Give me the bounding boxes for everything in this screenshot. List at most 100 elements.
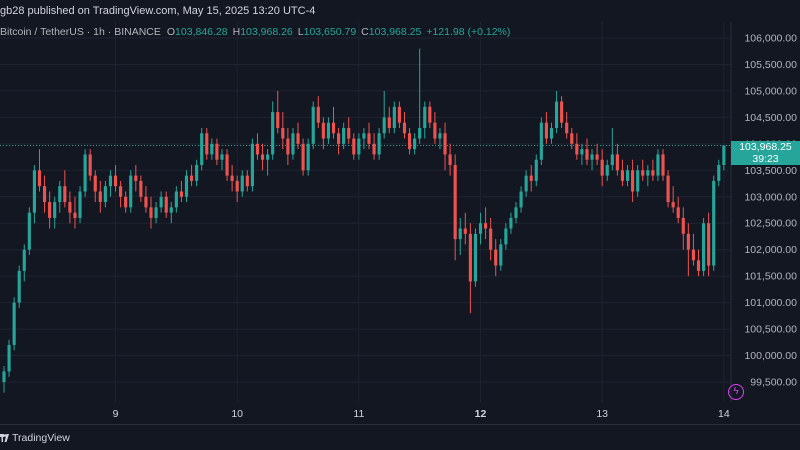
candle-body	[301, 143, 305, 171]
y-tick-label: 101,000.00	[744, 297, 797, 309]
candle-body	[215, 143, 219, 160]
candle-body	[433, 122, 437, 139]
candle-body	[108, 175, 113, 187]
candle-body	[352, 138, 356, 155]
candle-body	[37, 170, 42, 187]
candle-body	[42, 186, 47, 203]
y-tick-label: 104,500.00	[744, 112, 797, 124]
candle-body	[276, 112, 280, 128]
candle-body	[524, 175, 528, 192]
brand-label[interactable]: TradingView	[12, 432, 70, 444]
candle-body	[93, 175, 97, 192]
candle-body	[337, 133, 341, 144]
candle-body	[286, 138, 290, 155]
candle-body	[544, 122, 548, 139]
candle-body	[666, 175, 670, 203]
candle-body	[509, 217, 513, 229]
x-tick-label: 14	[718, 408, 730, 420]
candle-body	[620, 170, 625, 181]
candle-body	[144, 196, 148, 208]
candle-body	[58, 186, 62, 203]
high-label: H	[232, 26, 241, 38]
candle-body	[397, 106, 401, 123]
candle-body	[560, 101, 564, 123]
candle-body	[610, 154, 614, 166]
candle-body	[271, 112, 275, 155]
tradingview-logo-icon[interactable]	[0, 433, 9, 442]
candle-body	[494, 249, 498, 266]
y-tick-label: 102,000.00	[744, 244, 797, 256]
candle-body	[539, 122, 543, 160]
candle-body	[468, 233, 472, 282]
candle-body	[88, 154, 92, 176]
lightning-icon[interactable]: ϟ	[728, 384, 744, 400]
candle-body	[473, 233, 478, 282]
candle-body	[357, 138, 361, 155]
candle-body	[661, 154, 665, 176]
candle-body	[519, 191, 523, 208]
candle-body	[159, 196, 163, 208]
candle-body	[179, 191, 183, 197]
candle-body	[478, 223, 483, 234]
candle-body	[615, 154, 619, 171]
candle-body	[316, 106, 320, 123]
candle-body	[691, 249, 696, 261]
candle-body	[230, 175, 234, 181]
candle-body	[2, 371, 6, 382]
candle-body	[134, 175, 138, 181]
candle-body	[595, 154, 599, 160]
x-tick-label: 11	[353, 408, 364, 420]
published-header: gb28 published on TradingView.com, May 1…	[0, 0, 800, 22]
candle-body	[164, 196, 168, 213]
candle-body	[296, 133, 300, 144]
candle-body	[78, 191, 82, 218]
candle-body	[707, 223, 711, 266]
price-chart[interactable]: 99,500.00 100,000.00 100,500.00 101,000.00 1…	[0, 22, 800, 424]
candle-body	[575, 143, 579, 155]
candle-body	[514, 207, 518, 218]
candle-body	[362, 133, 366, 139]
candle-body	[139, 180, 143, 197]
candle-body	[154, 207, 158, 218]
candle-body	[342, 127, 346, 144]
candle-body	[402, 122, 407, 134]
candle-body	[205, 133, 209, 155]
candle-body	[48, 202, 52, 218]
candle-body	[458, 228, 462, 240]
candle-body	[453, 165, 457, 240]
candle-body	[98, 191, 102, 203]
last-price: 103,968.25	[739, 141, 792, 153]
candle-body	[722, 145, 726, 166]
candle-body	[489, 228, 493, 250]
symbol-label[interactable]: Bitcoin / TetherUS · 1h · BINANCE	[0, 26, 161, 38]
candle-body	[235, 180, 239, 192]
y-tick-label: 106,000.00	[744, 33, 797, 45]
candle-body	[534, 159, 538, 181]
candle-body	[625, 170, 630, 181]
candle-body	[549, 127, 554, 139]
candle-body	[195, 165, 199, 181]
candle-body	[347, 127, 351, 139]
x-tick-label: 13	[596, 408, 608, 420]
candle-body	[200, 133, 204, 166]
candle-body	[149, 207, 153, 218]
candle-body	[73, 212, 77, 218]
candle-body	[331, 122, 336, 134]
candle-body	[387, 117, 391, 128]
candle-body	[291, 133, 295, 155]
low-value: 103,650.79	[303, 26, 357, 38]
x-tick-label: 9	[113, 408, 119, 420]
y-tick-label: 102,500.00	[744, 218, 797, 230]
candle-body	[210, 143, 214, 155]
y-tick-label: 101,500.00	[744, 271, 797, 283]
candle-body	[103, 186, 107, 203]
candle-body	[686, 233, 690, 250]
y-tick-label: 99,500.00	[750, 377, 797, 389]
open-label: O	[166, 26, 176, 38]
candle-body	[443, 133, 447, 155]
footer: TradingView	[0, 424, 800, 450]
candle-body	[438, 133, 442, 139]
candle-body	[124, 196, 128, 208]
candle-body	[590, 154, 594, 160]
ohlc-legend: Bitcoin / TetherUS · 1h · BINANCE O 103,8…	[0, 24, 510, 40]
